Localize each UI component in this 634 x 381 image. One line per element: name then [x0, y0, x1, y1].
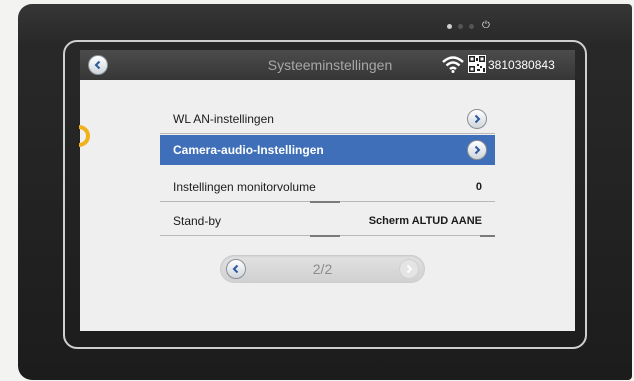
- settings-item-label: Instellingen monitorvolume: [173, 180, 316, 194]
- led-indicator-icon: [469, 23, 474, 29]
- next-page-button[interactable]: [399, 259, 419, 279]
- settings-item-wlan[interactable]: WL AN-instellingen: [160, 104, 495, 134]
- screen: Systeeminstellingen 3810380843 WL AN-ins…: [80, 50, 575, 331]
- divider-accent: [310, 201, 340, 203]
- qr-code-icon[interactable]: [468, 55, 486, 73]
- page-indicator: 2/2: [312, 261, 333, 277]
- page-title: Systeeminstellingen: [267, 57, 393, 73]
- power-icon[interactable]: ⏻: [482, 21, 490, 31]
- signal-led-icon: [447, 23, 452, 29]
- chevron-right-icon[interactable]: [467, 109, 487, 129]
- settings-item-label: Stand-by: [173, 214, 222, 228]
- top-bar: Systeeminstellingen 3810380843: [80, 50, 575, 80]
- divider: [160, 133, 495, 134]
- chevron-right-icon[interactable]: [467, 140, 487, 160]
- back-button[interactable]: [88, 55, 108, 75]
- led-indicator-icon: [458, 23, 463, 29]
- chevron-right-icon: [406, 264, 413, 274]
- settings-item-monitor-volume[interactable]: Instellingen monitorvolume 0: [160, 172, 495, 203]
- settings-item-standby[interactable]: Stand-by Scherm ALTUD AANE: [160, 206, 495, 237]
- settings-item-label: Camera-audio-Instellingen: [173, 143, 324, 157]
- settings-item-value: 0: [475, 181, 482, 193]
- chevron-left-icon: [94, 60, 101, 70]
- divider-accent: [310, 235, 340, 237]
- settings-item-label: WL AN-instellingen: [173, 112, 274, 126]
- settings-item-camera-audio[interactable]: Camera-audio-Instellingen: [160, 135, 495, 165]
- device-serial: 3810380843: [488, 58, 555, 72]
- status-leds: ⏻: [447, 21, 490, 31]
- settings-item-value: Scherm ALTUD AANE: [368, 215, 482, 227]
- wifi-icon: [442, 56, 464, 73]
- divider-accent: [480, 235, 495, 237]
- pagination: 2/2: [220, 255, 425, 283]
- bezel-sheen: [18, 4, 632, 44]
